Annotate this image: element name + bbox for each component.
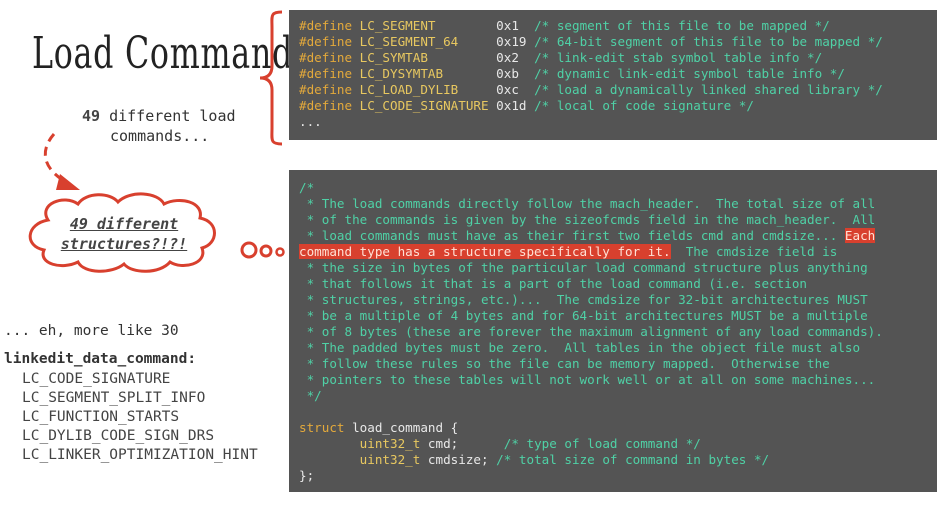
comment-line: */ xyxy=(299,388,937,404)
defines-code-block: #define LC_SEGMENT 0x1 /* segment of thi… xyxy=(289,10,937,140)
field-name: cmdsize; xyxy=(427,452,497,467)
comment-text: * The padded bytes must be zero. All tab… xyxy=(299,340,861,355)
define-value: 0x19 xyxy=(496,34,535,49)
count-note: 49 different load commands... xyxy=(82,106,236,146)
linkedit-item: LC_DYLIB_CODE_SIGN_DRS xyxy=(22,428,215,444)
define-line: #define LC_CODE_SIGNATURE 0x1d /* local … xyxy=(299,98,937,114)
comment-line: /* xyxy=(299,180,937,196)
cloud-line1: 49 different xyxy=(69,215,179,233)
define-name: LC_SEGMENT_64 xyxy=(359,34,497,49)
comment-line: * be a multiple of 4 bytes and for 64-bi… xyxy=(299,308,937,324)
define-name: LC_SEGMENT xyxy=(359,18,497,33)
comment-line: * The padded bytes must be zero. All tab… xyxy=(299,340,937,356)
define-comment: /* load a dynamically linked shared libr… xyxy=(534,82,883,97)
load-command-comment-block: /* * The load commands directly follow t… xyxy=(289,170,937,492)
comment-line: struct load_command { xyxy=(299,420,937,436)
define-value: 0xb xyxy=(496,66,535,81)
more-note: ... eh, more like 30 xyxy=(4,323,179,339)
linkedit-heading: linkedit_data_command: xyxy=(4,351,197,367)
define-line: #define LC_SEGMENT 0x1 /* segment of thi… xyxy=(299,18,937,34)
comment-line: * that follows it that is a part of the … xyxy=(299,276,937,292)
linkedit-item: LC_SEGMENT_SPLIT_INFO xyxy=(22,390,206,406)
field-name: cmd; xyxy=(427,436,504,451)
define-keyword: #define xyxy=(299,82,360,97)
comment-highlight: command type has a structure specificall… xyxy=(299,244,671,259)
comment-line: * pointers to these tables will not work… xyxy=(299,372,937,388)
comment-text: * load commands must have as their first… xyxy=(299,228,845,243)
define-comment: /* dynamic link-edit symbol table info *… xyxy=(534,66,845,81)
comment-line xyxy=(299,404,937,420)
linkedit-item: LC_LINKER_OPTIMIZATION_HINT xyxy=(22,447,258,463)
define-keyword: #define xyxy=(299,34,360,49)
define-name: LC_LOAD_DYLIB xyxy=(359,82,497,97)
define-value: 0xc xyxy=(496,82,535,97)
comment-text: * structures, strings, etc.)... The cmds… xyxy=(299,292,868,307)
cloud-line2: structures?!?! xyxy=(60,235,188,253)
field-comment: /* type of load command */ xyxy=(503,436,701,451)
comment-text: * of 8 bytes (these are forever the maxi… xyxy=(299,324,883,339)
define-value: 0x1 xyxy=(496,18,535,33)
define-name: LC_CODE_SIGNATURE xyxy=(359,98,497,113)
comment-line: uint32_t cmdsize; /* total size of comma… xyxy=(299,452,937,468)
define-comment: /* link-edit stab symbol table info */ xyxy=(534,50,823,65)
define-comment: /* 64-bit segment of this file to be map… xyxy=(534,34,883,49)
comment-text: The cmdsize field is xyxy=(670,244,838,259)
define-line: #define LC_SYMTAB 0x2 /* link-edit stab … xyxy=(299,50,937,66)
cloud-text: 49 different structures?!?! xyxy=(44,214,204,254)
comment-line: uint32_t cmd; /* type of load command */ xyxy=(299,436,937,452)
define-line: #define LC_LOAD_DYLIB 0xc /* load a dyna… xyxy=(299,82,937,98)
comment-text: * The load commands directly follow the … xyxy=(299,196,876,211)
define-keyword: #define xyxy=(299,50,360,65)
comment-open: /* xyxy=(299,180,315,195)
comment-line: * The load commands directly follow the … xyxy=(299,196,937,212)
comment-text: * pointers to these tables will not work… xyxy=(299,372,876,387)
define-name: LC_DYSYMTAB xyxy=(359,66,497,81)
comment-line: * the size in bytes of the particular lo… xyxy=(299,260,937,276)
curly-brace-icon xyxy=(259,10,283,146)
define-keyword: #define xyxy=(299,66,360,81)
define-value: 0x2 xyxy=(496,50,535,65)
comment-line: }; xyxy=(299,468,937,484)
comment-line: * load commands must have as their first… xyxy=(299,228,937,244)
thought-dots-icon xyxy=(240,241,285,259)
define-value: 0x1d xyxy=(496,98,535,113)
define-line: #define LC_DYSYMTAB 0xb /* dynamic link-… xyxy=(299,66,937,82)
define-line: #define LC_SEGMENT_64 0x19 /* 64-bit seg… xyxy=(299,34,937,50)
struct-name: load_command { xyxy=(352,420,459,435)
define-ellipsis: ... xyxy=(299,114,322,129)
comment-text: * follow these rules so the file can be … xyxy=(299,356,830,371)
linkedit-item: LC_CODE_SIGNATURE xyxy=(22,371,171,387)
define-keyword: #define xyxy=(299,98,360,113)
comment-text: * the size in bytes of the particular lo… xyxy=(299,260,868,275)
count-line2: commands... xyxy=(110,127,210,145)
field-type: uint32_t xyxy=(359,436,428,451)
comment-line: * of the commands is given by the sizeof… xyxy=(299,212,937,228)
comment-line: * structures, strings, etc.)... The cmds… xyxy=(299,292,937,308)
comment-line: * follow these rules so the file can be … xyxy=(299,356,937,372)
linkedit-list: LC_CODE_SIGNATURE LC_SEGMENT_SPLIT_INFO … xyxy=(22,370,258,465)
field-type: uint32_t xyxy=(359,452,428,467)
define-comment: /* local of code signature */ xyxy=(534,98,754,113)
count-number: 49 xyxy=(82,107,101,125)
comment-text: */ xyxy=(299,388,322,403)
struct-close: }; xyxy=(299,468,315,483)
comment-highlight: Each xyxy=(844,228,876,243)
define-name: LC_SYMTAB xyxy=(359,50,497,65)
comment-line: * of 8 bytes (these are forever the maxi… xyxy=(299,324,937,340)
struct-keyword: struct xyxy=(299,420,353,435)
field-comment: /* total size of command in bytes */ xyxy=(496,452,770,467)
count-line1: different load xyxy=(109,107,236,125)
define-keyword: #define xyxy=(299,18,360,33)
comment-text: * of the commands is given by the sizeof… xyxy=(299,212,876,227)
linkedit-item: LC_FUNCTION_STARTS xyxy=(22,409,180,425)
define-comment: /* segment of this file to be mapped */ xyxy=(534,18,830,33)
comment-text: * be a multiple of 4 bytes and for 64-bi… xyxy=(299,308,868,323)
comment-line: command type has a structure specificall… xyxy=(299,244,937,260)
comment-text: * that follows it that is a part of the … xyxy=(299,276,807,291)
